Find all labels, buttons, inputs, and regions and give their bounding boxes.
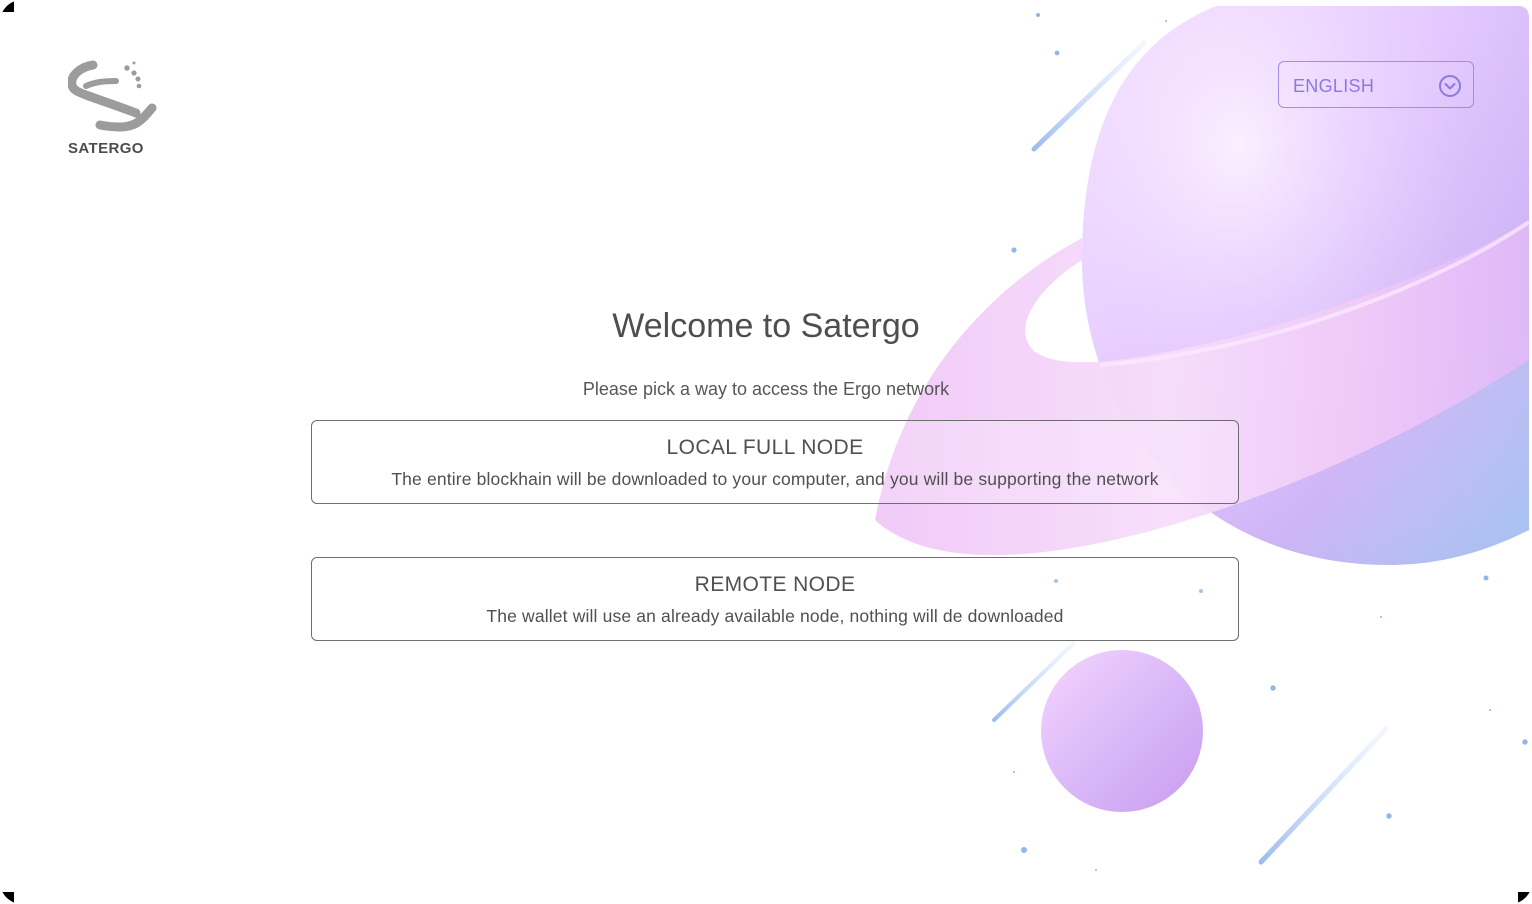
page-subtitle: Please pick a way to access the Ergo net… [582,379,950,399]
welcome-content: Welcome to Satergo Please pick a way to … [0,0,1532,904]
remote-node-option[interactable]: REMOTE NODE The wallet will use an alrea… [311,557,1239,641]
screen-corner-top-left [0,0,14,12]
screen-corner-bottom-left [0,892,14,904]
remote-node-title: REMOTE NODE [694,573,856,596]
screen-corner-bottom-right [1518,892,1532,904]
local-full-node-option[interactable]: LOCAL FULL NODE The entire blockhain wil… [311,420,1239,504]
page-title: Welcome to Satergo [612,306,920,345]
local-full-node-description: The entire blockhain will be downloaded … [391,469,1159,489]
local-full-node-title: LOCAL FULL NODE [666,436,864,459]
remote-node-description: The wallet will use an already available… [486,606,1064,626]
language-selected-value: ENGLISH [1293,76,1375,96]
chevron-down-circle-icon [1439,75,1461,97]
welcome-window: SATERGO ENGLISH Welcome to Satergo Pleas… [0,0,1532,904]
language-selector[interactable]: ENGLISH [1278,61,1474,108]
